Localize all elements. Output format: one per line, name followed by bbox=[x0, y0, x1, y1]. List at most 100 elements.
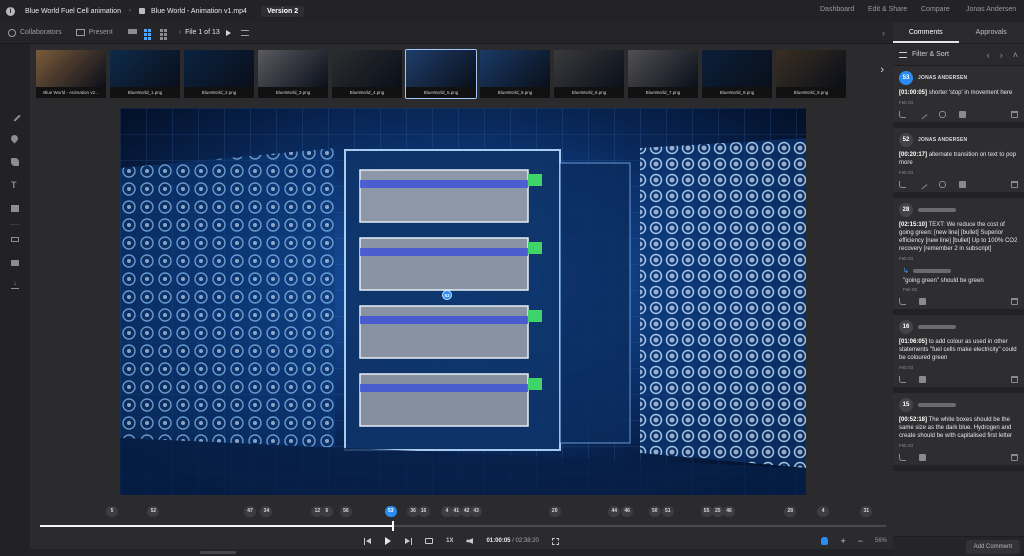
volume-icon[interactable] bbox=[466, 538, 474, 544]
check-icon[interactable] bbox=[919, 454, 926, 461]
tab-comments[interactable]: Comments bbox=[893, 22, 959, 43]
timeline-marker[interactable]: 50 bbox=[648, 506, 661, 517]
version-dropdown[interactable]: Version 2 bbox=[260, 5, 305, 17]
check-icon[interactable] bbox=[919, 298, 926, 305]
previous-frame-icon[interactable] bbox=[364, 537, 372, 545]
timeline-marker[interactable]: 56 bbox=[339, 506, 352, 517]
grid-view-button[interactable] bbox=[143, 28, 155, 40]
scrollbar-thumb[interactable] bbox=[200, 551, 236, 554]
trash-icon[interactable] bbox=[1011, 298, 1018, 305]
single-view-button[interactable] bbox=[127, 28, 139, 37]
horizontal-scrollbar[interactable] bbox=[30, 549, 893, 556]
edit-icon[interactable] bbox=[917, 109, 928, 120]
zoom-in-icon[interactable]: + bbox=[840, 536, 845, 546]
menu-icon[interactable] bbox=[240, 29, 249, 36]
nav-edit-share[interactable]: Edit & Share bbox=[868, 6, 907, 13]
trash-icon[interactable] bbox=[1011, 181, 1018, 188]
zoom-out-icon[interactable]: − bbox=[858, 536, 863, 546]
scrubber-handle[interactable] bbox=[391, 521, 394, 531]
thumbnail[interactable]: BlueWorld_1.png bbox=[110, 50, 180, 98]
hand-icon[interactable] bbox=[821, 537, 829, 545]
annotation-marker[interactable]: 53 bbox=[442, 290, 452, 300]
fullscreen-icon[interactable] bbox=[551, 537, 559, 545]
play-icon[interactable] bbox=[385, 537, 392, 545]
rectangle-icon[interactable] bbox=[11, 205, 19, 212]
timeline-marker[interactable]: 6 bbox=[320, 506, 333, 517]
comment-card[interactable]: 15 [00:52:18] The white boxes should be t… bbox=[893, 393, 1024, 471]
chevron-up-icon[interactable]: ˄ bbox=[1013, 50, 1018, 60]
timeline-marker[interactable]: 25 bbox=[711, 506, 724, 517]
nav-dashboard[interactable]: Dashboard bbox=[820, 6, 854, 13]
check-icon[interactable] bbox=[959, 111, 966, 118]
timeline-marker[interactable]: 20 bbox=[548, 506, 561, 517]
print-icon[interactable] bbox=[11, 260, 19, 266]
comment-timestamp[interactable]: [01:00:05] bbox=[899, 90, 927, 96]
comment-card[interactable]: 53 JONAS ANDERSEN [01:00:05] shorter 'stop… bbox=[893, 66, 1024, 128]
brush-icon[interactable] bbox=[11, 158, 19, 166]
check-icon[interactable] bbox=[959, 181, 966, 188]
chevron-left-icon[interactable]: ‹ bbox=[987, 50, 990, 60]
reply-icon[interactable] bbox=[899, 454, 906, 461]
nav-user-menu[interactable]: Jonas Andersen bbox=[966, 6, 1016, 13]
nav-compare[interactable]: Compare bbox=[921, 6, 950, 13]
info-icon[interactable]: i bbox=[6, 6, 15, 16]
download-icon[interactable]: ↓ bbox=[11, 280, 19, 289]
thumbnail[interactable]: BlueWorld_3.png bbox=[258, 50, 328, 98]
timeline-marker[interactable]: 44 bbox=[608, 506, 621, 517]
timeline-marker[interactable]: 5 bbox=[105, 506, 118, 517]
video-viewer[interactable]: 53 bbox=[120, 108, 806, 495]
edit-icon[interactable] bbox=[917, 179, 928, 190]
trash-icon[interactable] bbox=[1011, 111, 1018, 118]
timeline-marker[interactable]: 34 bbox=[260, 506, 273, 517]
breadcrumb-project[interactable]: Blue World Fuel Cell animation bbox=[25, 8, 121, 15]
timeline-marker[interactable]: 53 bbox=[384, 506, 397, 517]
present-button[interactable]: Present bbox=[75, 29, 113, 36]
thumbnail[interactable]: BlueWorld_8.png bbox=[702, 50, 772, 98]
link-icon[interactable] bbox=[939, 181, 946, 188]
timeline-marker[interactable]: 52 bbox=[147, 506, 160, 517]
comment-card[interactable]: 52 JONAS ANDERSEN [00:20:17] alternate tra… bbox=[893, 128, 1024, 198]
trash-icon[interactable] bbox=[1011, 376, 1018, 383]
timeline-marker[interactable]: 28 bbox=[784, 506, 797, 517]
pencil-icon[interactable] bbox=[9, 110, 21, 122]
collaborators-button[interactable]: Collaborators bbox=[8, 28, 62, 37]
pin-icon[interactable] bbox=[9, 133, 20, 144]
chevron-left-icon[interactable]: ‹ bbox=[179, 29, 181, 36]
comment-timestamp[interactable]: [00:52:18] bbox=[899, 417, 927, 423]
thumbnail[interactable]: BlueWorld_7.png bbox=[628, 50, 698, 98]
reply-icon[interactable] bbox=[899, 111, 906, 118]
thumbnail[interactable]: BlueWorld_6.png bbox=[480, 50, 550, 98]
comment-card[interactable]: 28 [02:15:10] TEXT: We reduce the cost of… bbox=[893, 198, 1024, 315]
comment-timestamp[interactable]: [01:06:05] bbox=[899, 339, 927, 345]
text-icon[interactable]: T bbox=[11, 181, 19, 190]
play-icon[interactable] bbox=[225, 29, 231, 36]
zoom-level[interactable]: 56% bbox=[875, 538, 887, 544]
link-icon[interactable] bbox=[939, 111, 946, 118]
comment-timestamp[interactable]: [00:20:17] bbox=[899, 152, 927, 158]
comment-card[interactable]: 16 [01:06:05] to add colour as used in ot… bbox=[893, 315, 1024, 393]
timeline-scrubber[interactable] bbox=[40, 521, 886, 531]
chevron-right-icon[interactable]: › bbox=[1000, 50, 1003, 60]
reply-icon[interactable] bbox=[899, 298, 906, 305]
timeline-marker[interactable]: 46 bbox=[621, 506, 634, 517]
thumbnail[interactable]: Blue World - Animation v2... bbox=[36, 50, 106, 98]
reply-icon[interactable] bbox=[899, 376, 906, 383]
timeline-marker[interactable]: 51 bbox=[661, 506, 674, 517]
thumbnail[interactable]: BlueWorld_5.png bbox=[405, 49, 477, 99]
timeline-marker[interactable]: 46 bbox=[723, 506, 736, 517]
frame-icon[interactable] bbox=[11, 237, 19, 242]
thumbnail[interactable]: BlueWorld_9.png bbox=[776, 50, 846, 98]
tab-approvals[interactable]: Approvals bbox=[959, 22, 1024, 43]
thumbnail[interactable]: BlueWorld_4.png bbox=[332, 50, 402, 98]
check-icon[interactable] bbox=[919, 376, 926, 383]
timeline-marker[interactable]: 55 bbox=[700, 506, 713, 517]
trash-icon[interactable] bbox=[1011, 454, 1018, 461]
loop-icon[interactable] bbox=[425, 538, 434, 544]
playback-speed[interactable]: 1X bbox=[446, 538, 453, 544]
timeline-marker[interactable]: 16 bbox=[417, 506, 430, 517]
thumbnail[interactable]: BlueWorld_6.png bbox=[554, 50, 624, 98]
filter-sort-row[interactable]: Filter & Sort ‹ › ˄ bbox=[893, 44, 1024, 66]
timeline-marker[interactable]: 43 bbox=[470, 506, 483, 517]
breadcrumb-file[interactable]: Blue World - Animation v1.mp4 bbox=[151, 8, 247, 15]
timeline-marker[interactable]: 31 bbox=[860, 506, 873, 517]
